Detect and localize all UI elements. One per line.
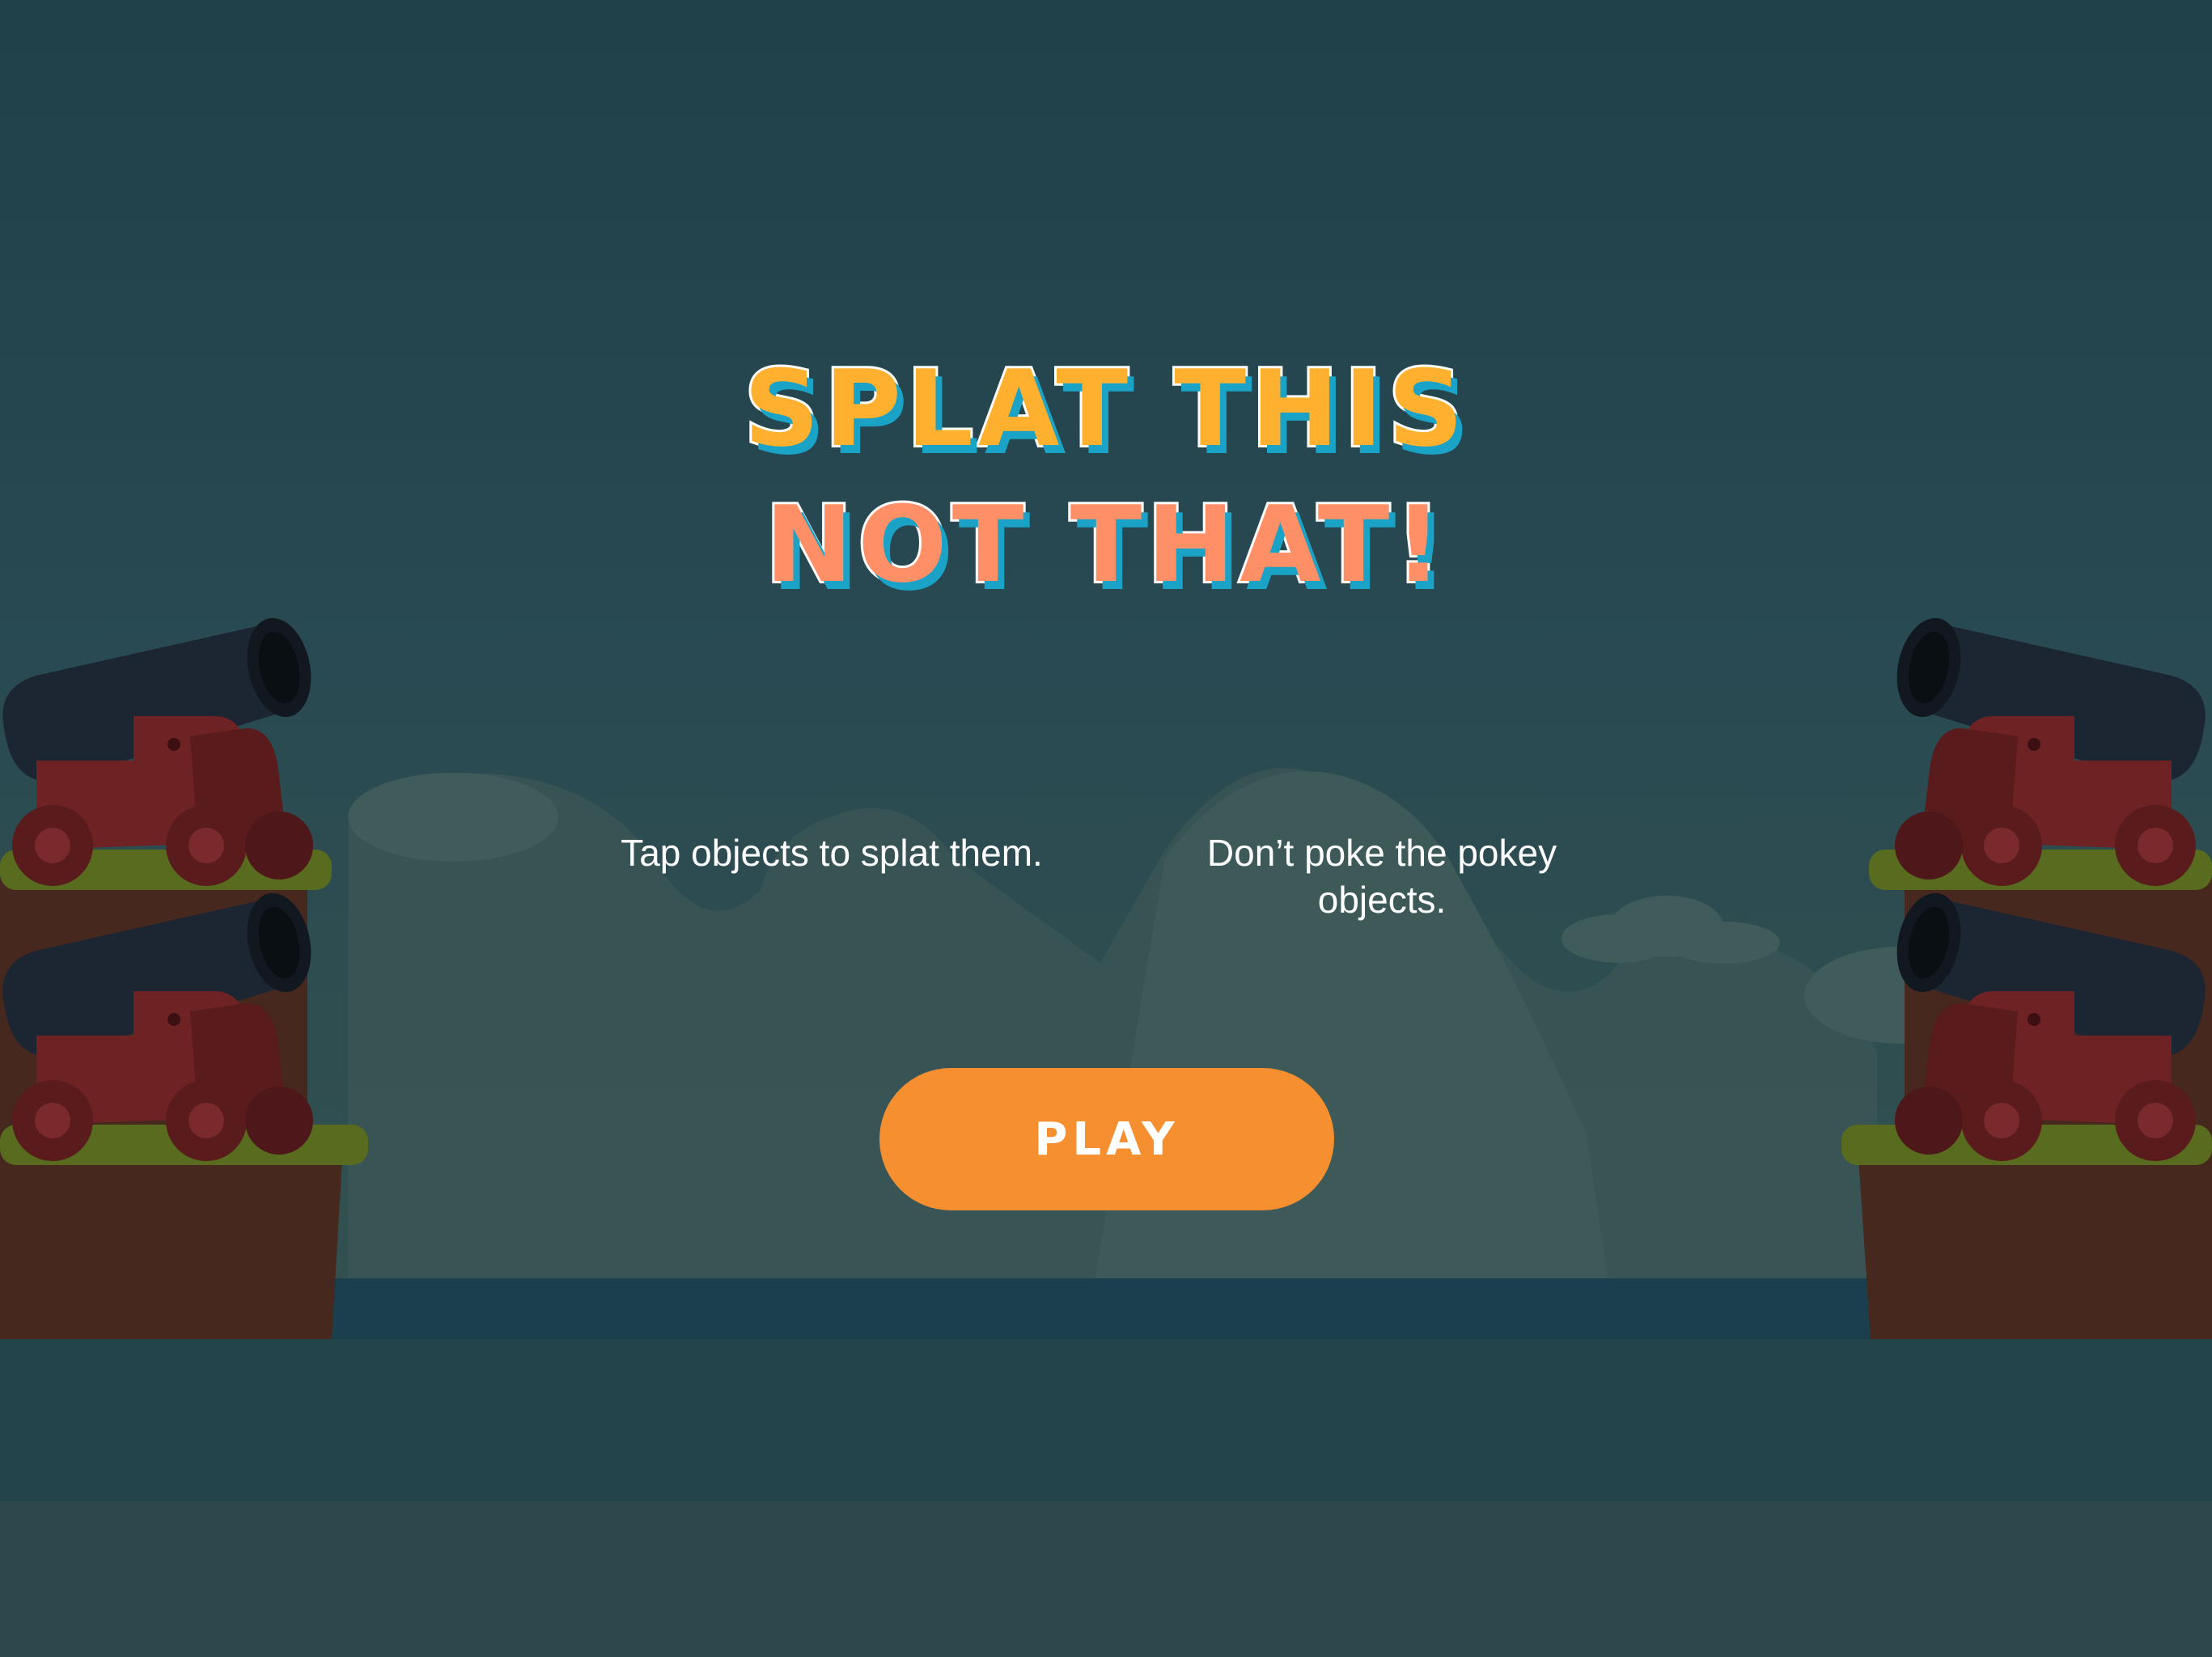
title-line-2: NOT THAT!: [762, 483, 1447, 606]
cannon-right-upper: [1888, 612, 2206, 886]
play-button[interactable]: PLAY: [879, 1068, 1334, 1210]
instruction-avoid-pokey: Don’t poke the pokey objects.: [1206, 832, 1557, 921]
game-title: SPLAT THIS NOT THAT!: [0, 347, 2212, 606]
cannon-left-upper: [2, 612, 320, 886]
game-stage: SPLAT THIS NOT THAT! Tap objects to spla…: [0, 0, 2212, 1657]
ground-strip: [0, 1339, 2212, 1501]
title-line-1: SPLAT THIS: [741, 347, 1468, 470]
instruction-tap-objects: Tap objects to splat them.: [621, 832, 1043, 874]
ground-strip-lower: [0, 1501, 2212, 1657]
background-scene: [0, 612, 2212, 1657]
